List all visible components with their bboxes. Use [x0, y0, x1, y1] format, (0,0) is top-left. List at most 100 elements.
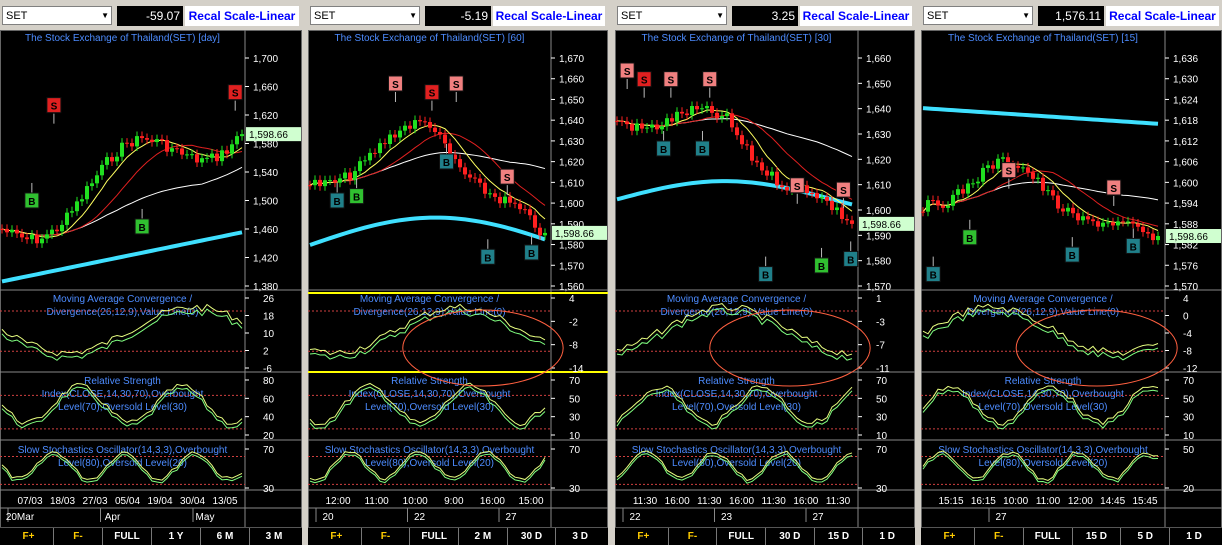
candlestick: [675, 111, 679, 122]
recal-scale-button[interactable]: Recal Scale-Linear: [1106, 6, 1219, 26]
period-button[interactable]: 15 D: [1071, 528, 1121, 545]
period-button[interactable]: 3 M: [249, 528, 298, 545]
buy-signal-marker[interactable]: B: [24, 182, 40, 209]
candlestick: [620, 120, 624, 122]
chart-area[interactable]: The Stock Exchange of Thailand(SET) [30]…: [615, 30, 915, 528]
chart-area[interactable]: The Stock Exchange of Thailand(SET) [60]…: [308, 30, 608, 528]
recal-scale-button[interactable]: Recal Scale-Linear: [493, 6, 605, 26]
sell-signal-marker[interactable]: S: [387, 75, 403, 102]
period-button[interactable]: 2 M: [458, 528, 507, 545]
candlestick: [323, 180, 327, 187]
candlestick: [660, 126, 664, 130]
sell-signal-marker[interactable]: S: [227, 84, 243, 111]
period-label: F+: [943, 531, 956, 542]
rsi-tick-label: 50: [569, 394, 581, 405]
chevron-down-icon[interactable]: ▼: [1022, 9, 1030, 22]
buy-signal-marker[interactable]: B: [134, 208, 150, 235]
svg-text:B: B: [1130, 242, 1137, 253]
candlestick: [230, 144, 234, 154]
time-axis-label: 12:00: [325, 496, 350, 507]
zoom-in-button[interactable]: F+: [619, 528, 668, 545]
chart-area[interactable]: The Stock Exchange of Thailand(SET) [day…: [0, 30, 302, 528]
buy-signal-marker[interactable]: B: [694, 130, 710, 157]
price-tick-label: 1,630: [559, 137, 584, 148]
price-tick-label: 1,650: [866, 79, 891, 90]
rsi-title: Index(CLOSE,14,30,70),Overbought: [42, 389, 204, 400]
period-nav-bar: F+ F- FULL 1 Y 6 M 3 M: [0, 527, 302, 545]
sell-signal-marker[interactable]: S: [702, 71, 718, 98]
sell-signal-marker[interactable]: S: [663, 71, 679, 98]
time-axis-label: 16:00: [793, 496, 818, 507]
chevron-down-icon[interactable]: ▼: [101, 9, 109, 22]
chevron-down-icon[interactable]: ▼: [716, 9, 724, 22]
period-button[interactable]: 1 D: [1169, 528, 1218, 545]
full-range-button[interactable]: FULL: [102, 528, 151, 545]
zoom-out-button[interactable]: F-: [973, 528, 1023, 545]
chart-area[interactable]: The Stock Exchange of Thailand(SET) [15]…: [921, 30, 1222, 528]
buy-signal-marker[interactable]: B: [1064, 237, 1080, 263]
macd-title: Divergence(26,12,9),Value Line(0): [353, 307, 505, 318]
price-tick-label: 1,670: [559, 54, 584, 65]
period-button[interactable]: 5 D: [1120, 528, 1169, 545]
chevron-down-icon[interactable]: ▼: [409, 9, 417, 22]
macd-title: Moving Average Convergence /: [360, 294, 500, 305]
buy-signal-marker[interactable]: B: [962, 219, 978, 246]
macd-tick-label: -7: [876, 341, 885, 352]
price-tick-label: 1,560: [559, 282, 584, 293]
full-range-button[interactable]: FULL: [1022, 528, 1072, 545]
zoom-out-button[interactable]: F-: [667, 528, 717, 545]
buy-signal-marker[interactable]: B: [656, 130, 672, 157]
buy-signal-marker[interactable]: B: [329, 182, 345, 209]
zoom-out-button[interactable]: F-: [360, 528, 410, 545]
recal-scale-button[interactable]: Recal Scale-Linear: [800, 6, 912, 26]
sell-signal-marker[interactable]: S: [636, 71, 652, 98]
candlestick: [428, 122, 432, 128]
period-button[interactable]: 6 M: [200, 528, 249, 545]
zoom-in-button[interactable]: F+: [4, 528, 53, 545]
buy-signal-marker[interactable]: B: [814, 247, 830, 274]
sell-signal-marker[interactable]: S: [46, 97, 62, 124]
period-button[interactable]: 30 D: [765, 528, 814, 545]
period-button[interactable]: 3 D: [555, 528, 604, 545]
period-button[interactable]: 30 D: [506, 528, 556, 545]
symbol-input[interactable]: SET ▼: [310, 6, 420, 25]
zoom-in-button[interactable]: F+: [925, 528, 974, 545]
symbol-input[interactable]: SET ▼: [923, 6, 1033, 25]
recal-scale-button[interactable]: Recal Scale-Linear: [185, 6, 299, 26]
buy-signal-marker[interactable]: B: [843, 241, 859, 267]
last-price-label: 1,598.66: [862, 220, 901, 231]
period-button[interactable]: 1 D: [862, 528, 911, 545]
buy-signal-marker[interactable]: B: [758, 256, 774, 283]
candlestick: [966, 183, 970, 194]
svg-text:B: B: [762, 271, 769, 282]
buy-signal-marker[interactable]: B: [480, 239, 496, 265]
buy-signal-marker[interactable]: B: [1125, 228, 1141, 254]
sell-signal-marker[interactable]: S: [619, 62, 635, 89]
candlestick: [1146, 232, 1150, 234]
sell-signal-marker[interactable]: S: [1106, 179, 1122, 206]
svg-text:B: B: [334, 197, 341, 208]
symbol-input[interactable]: SET ▼: [2, 6, 112, 25]
period-button[interactable]: 15 D: [813, 528, 863, 545]
buy-signal-marker[interactable]: B: [925, 256, 941, 283]
candlestick: [775, 171, 779, 186]
zoom-in-button[interactable]: F+: [312, 528, 361, 545]
full-range-button[interactable]: FULL: [409, 528, 458, 545]
sell-signal-marker[interactable]: S: [448, 75, 464, 102]
symbol-input[interactable]: SET ▼: [617, 6, 727, 25]
candlestick: [986, 165, 990, 168]
period-button[interactable]: 1 Y: [151, 528, 200, 545]
sell-signal-marker[interactable]: S: [424, 84, 440, 111]
svg-text:S: S: [706, 76, 713, 87]
macd-tick-label: 18: [263, 312, 275, 323]
zoom-out-button[interactable]: F-: [53, 528, 102, 545]
macd-tick-label: 4: [1183, 294, 1189, 305]
candlestick: [338, 178, 342, 183]
full-range-button[interactable]: FULL: [716, 528, 765, 545]
chart-title: The Stock Exchange of Thailand(SET) [15]: [948, 33, 1138, 44]
symbol-text: SET: [927, 10, 949, 22]
stoch-tick-label: 20: [1183, 484, 1195, 495]
sell-signal-marker[interactable]: S: [789, 177, 805, 204]
buy-signal-marker[interactable]: B: [349, 178, 365, 205]
candlestick: [690, 106, 694, 116]
